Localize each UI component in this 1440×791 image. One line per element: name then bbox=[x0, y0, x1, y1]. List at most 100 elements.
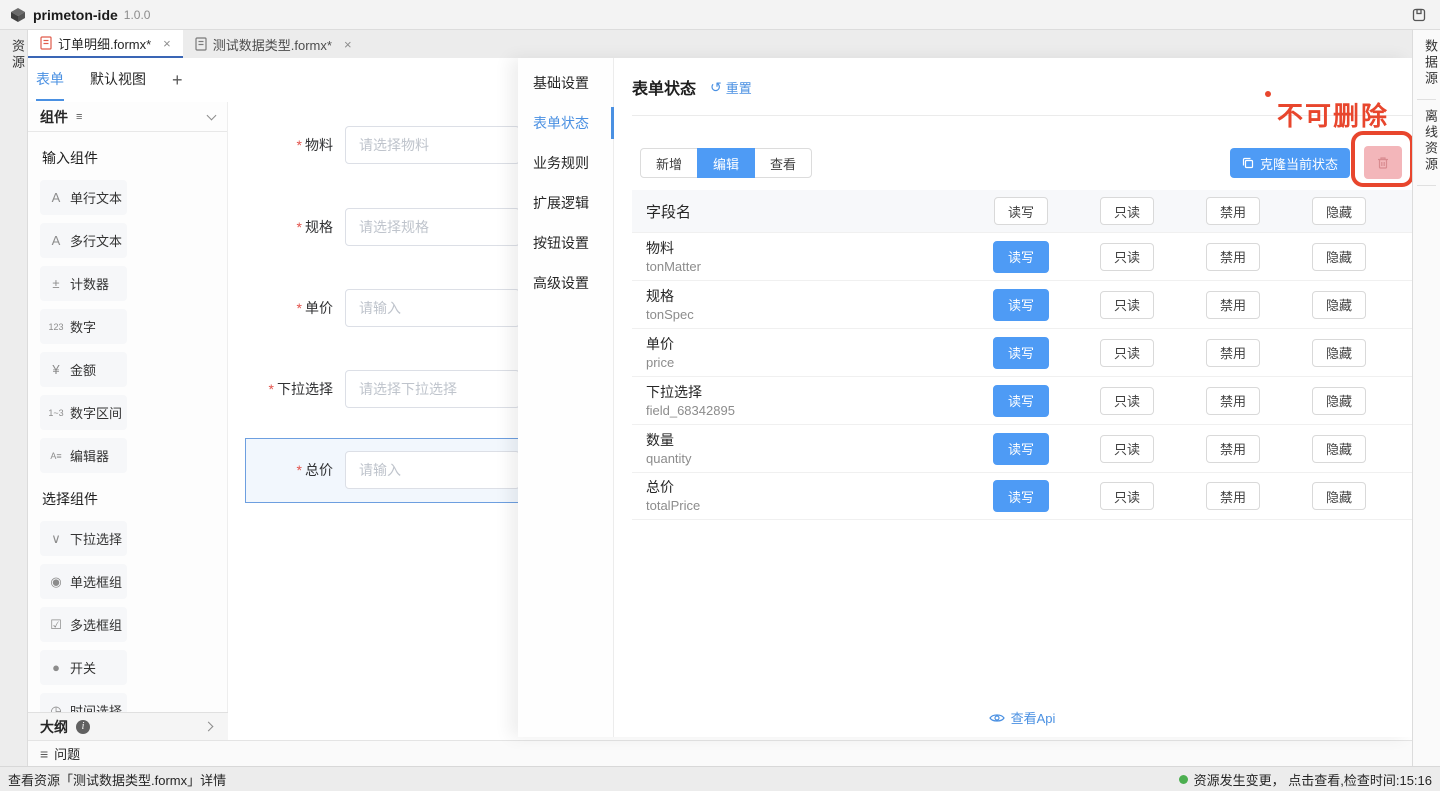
table-row: 单价price 读写 只读 禁用 隐藏 bbox=[632, 328, 1412, 376]
mode-readonly-button[interactable]: 只读 bbox=[1100, 291, 1154, 319]
status-green-dot-icon bbox=[1179, 775, 1188, 784]
mode-hidden-button[interactable]: 隐藏 bbox=[1312, 482, 1366, 510]
component-time-picker[interactable]: ◷时间选择 bbox=[40, 693, 127, 712]
form-field-price[interactable]: *单价 请输入 bbox=[228, 288, 558, 328]
mode-hidden-button[interactable]: 隐藏 bbox=[1312, 291, 1366, 319]
offline-resources-panel-toggle[interactable]: 离线资源 bbox=[1413, 109, 1440, 173]
form-field-material[interactable]: *物料 请选择物料 bbox=[228, 125, 558, 165]
form-field-total-price[interactable]: *总价 请输入 bbox=[228, 450, 558, 490]
menu-button-settings[interactable]: 按钮设置 bbox=[518, 223, 613, 263]
required-mark: * bbox=[269, 381, 274, 397]
mode-readwrite-button[interactable]: 读写 bbox=[993, 241, 1049, 273]
mode-readwrite-button[interactable]: 读写 bbox=[993, 385, 1049, 417]
mode-readwrite-button[interactable]: 读写 bbox=[993, 433, 1049, 465]
mode-disabled-button[interactable]: 禁用 bbox=[1206, 339, 1260, 367]
file-icon bbox=[40, 36, 52, 50]
clone-current-state-button[interactable]: 克隆当前状态 bbox=[1230, 148, 1350, 178]
datasource-panel-toggle[interactable]: 数据源 bbox=[1413, 39, 1440, 87]
mode-readwrite-button[interactable]: 读写 bbox=[993, 480, 1049, 512]
chevron-down-icon[interactable] bbox=[207, 111, 217, 121]
field-input[interactable]: 请输入 bbox=[345, 289, 520, 327]
component-select[interactable]: ∨下拉选择 bbox=[40, 521, 127, 556]
mode-disabled-button[interactable]: 禁用 bbox=[1206, 482, 1260, 510]
component-multi-line-text[interactable]: A多行文本 bbox=[40, 223, 127, 258]
field-input[interactable]: 请选择下拉选择 bbox=[345, 370, 520, 408]
tab-form[interactable]: 表单 bbox=[36, 59, 64, 101]
field-label: 规格 bbox=[305, 219, 333, 235]
mode-readwrite-button[interactable]: 读写 bbox=[994, 197, 1048, 225]
drag-handle-icon: ≡ bbox=[76, 111, 82, 123]
delete-state-button[interactable] bbox=[1364, 146, 1402, 179]
mode-disabled-button[interactable]: 禁用 bbox=[1206, 197, 1260, 225]
mode-disabled-button[interactable]: 禁用 bbox=[1206, 435, 1260, 463]
mode-readonly-button[interactable]: 只读 bbox=[1100, 339, 1154, 367]
mode-readonly-button[interactable]: 只读 bbox=[1100, 387, 1154, 415]
mode-readwrite-button[interactable]: 读写 bbox=[993, 289, 1049, 321]
field-input[interactable]: 请选择规格 bbox=[345, 208, 520, 246]
palette-header[interactable]: 组件 ≡ bbox=[28, 102, 227, 132]
mode-disabled-button[interactable]: 禁用 bbox=[1206, 243, 1260, 271]
file-tab-order-detail[interactable]: 订单明细.formx* × bbox=[28, 30, 183, 58]
resource-change-notice[interactable]: 资源发生变更， 点击查看,检查时间:15:16 bbox=[1179, 770, 1432, 789]
resources-panel-toggle[interactable]: 资源 bbox=[0, 39, 27, 71]
status-left-text: 查看资源「测试数据类型.formx」详情 bbox=[8, 770, 226, 789]
problems-bar[interactable]: ≡ 问题 bbox=[28, 740, 1412, 766]
menu-form-state[interactable]: 表单状态 bbox=[518, 103, 613, 143]
component-single-line-text[interactable]: A单行文本 bbox=[40, 180, 127, 215]
chevron-right-icon[interactable] bbox=[204, 722, 214, 732]
component-counter[interactable]: ±计数器 bbox=[40, 266, 127, 301]
file-tab-test-datatypes[interactable]: 测试数据类型.formx* × bbox=[183, 30, 364, 58]
view-api-link[interactable]: 查看Api bbox=[632, 708, 1412, 727]
component-radio-group[interactable]: ◉单选框组 bbox=[40, 564, 127, 599]
menu-advanced-settings[interactable]: 高级设置 bbox=[518, 263, 613, 303]
table-row: 规格tonSpec 读写 只读 禁用 隐藏 bbox=[632, 280, 1412, 328]
tab-default-view[interactable]: 默认视图 bbox=[90, 59, 146, 101]
save-icon[interactable] bbox=[1411, 7, 1427, 23]
outline-label: 大纲 bbox=[40, 717, 68, 737]
state-tab-new[interactable]: 新增 bbox=[640, 148, 698, 178]
mode-disabled-button[interactable]: 禁用 bbox=[1206, 387, 1260, 415]
component-number[interactable]: 123数字 bbox=[40, 309, 127, 344]
field-input[interactable]: 请输入 bbox=[345, 451, 520, 489]
rail-divider bbox=[1417, 185, 1436, 186]
app-logo-icon bbox=[10, 7, 26, 23]
component-editor[interactable]: A≡编辑器 bbox=[40, 438, 127, 473]
panel-title: 表单状态 bbox=[632, 75, 696, 99]
mode-readonly-button[interactable]: 只读 bbox=[1100, 435, 1154, 463]
menu-basic-settings[interactable]: 基础设置 bbox=[518, 63, 613, 103]
close-icon[interactable]: × bbox=[163, 36, 171, 51]
outline-bar[interactable]: 大纲 i bbox=[28, 712, 228, 740]
menu-extension-logic[interactable]: 扩展逻辑 bbox=[518, 183, 613, 223]
menu-business-rules[interactable]: 业务规则 bbox=[518, 143, 613, 183]
number-icon: 123 bbox=[48, 322, 64, 332]
mode-hidden-button[interactable]: 隐藏 bbox=[1312, 339, 1366, 367]
form-field-spec[interactable]: *规格 请选择规格 bbox=[228, 207, 558, 247]
mode-hidden-button[interactable]: 隐藏 bbox=[1312, 197, 1366, 225]
mode-disabled-button[interactable]: 禁用 bbox=[1206, 291, 1260, 319]
mode-readonly-button[interactable]: 只读 bbox=[1100, 482, 1154, 510]
component-number-range[interactable]: 1~3数字区间 bbox=[40, 395, 127, 430]
mode-readonly-button[interactable]: 只读 bbox=[1100, 243, 1154, 271]
mode-hidden-button[interactable]: 隐藏 bbox=[1312, 435, 1366, 463]
mode-readonly-button[interactable]: 只读 bbox=[1100, 197, 1154, 225]
field-state-table: 字段名 读写 只读 禁用 隐藏 物料tonMatter 读写 只读 禁用 隐藏 … bbox=[632, 190, 1412, 520]
add-view-button[interactable]: + bbox=[172, 70, 183, 91]
select-icon: ∨ bbox=[48, 531, 64, 547]
reset-link[interactable]: ↺ 重置 bbox=[710, 78, 752, 97]
table-header-row: 字段名 读写 只读 禁用 隐藏 bbox=[632, 190, 1412, 232]
field-input[interactable]: 请选择物料 bbox=[345, 126, 520, 164]
mode-hidden-button[interactable]: 隐藏 bbox=[1312, 243, 1366, 271]
required-mark: * bbox=[297, 219, 302, 235]
close-icon[interactable]: × bbox=[344, 37, 352, 52]
mode-readwrite-button[interactable]: 读写 bbox=[993, 337, 1049, 369]
component-checkbox-group[interactable]: ☑多选框组 bbox=[40, 607, 127, 642]
title-bar: primeton-ide 1.0.0 bbox=[0, 0, 1440, 30]
right-rail: 数据源 离线资源 bbox=[1412, 30, 1440, 766]
form-field-select[interactable]: *下拉选择 请选择下拉选择 bbox=[228, 369, 558, 409]
component-switch[interactable]: ●开关 bbox=[40, 650, 127, 685]
state-tab-edit[interactable]: 编辑 bbox=[697, 148, 755, 178]
state-tab-view[interactable]: 查看 bbox=[754, 148, 812, 178]
mode-hidden-button[interactable]: 隐藏 bbox=[1312, 387, 1366, 415]
component-currency[interactable]: ¥金额 bbox=[40, 352, 127, 387]
required-mark: * bbox=[297, 462, 302, 478]
